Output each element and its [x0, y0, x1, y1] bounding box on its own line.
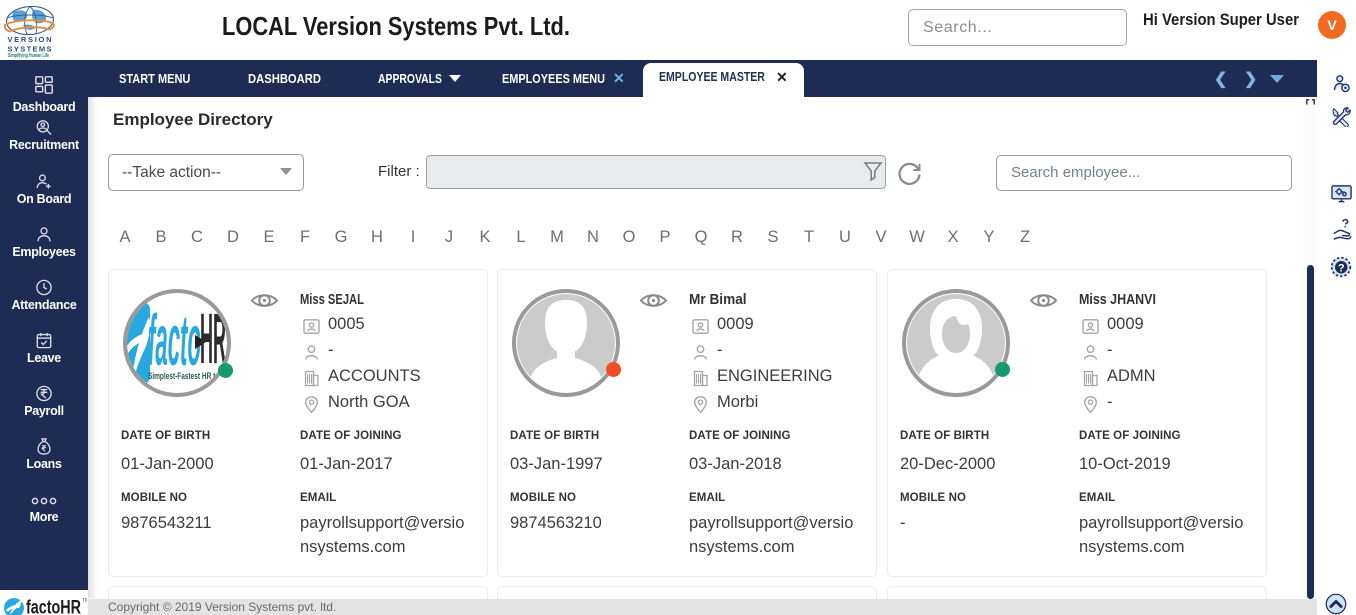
- svg-text:Simplifying Human Life: Simplifying Human Life: [8, 53, 49, 58]
- svg-text:VERSION: VERSION: [8, 35, 52, 44]
- svg-text:factoHR: factoHR: [26, 598, 81, 615]
- svg-text:?: ?: [1338, 262, 1345, 274]
- svg-text:facto: facto: [148, 301, 201, 382]
- svg-text:TM: TM: [82, 598, 87, 604]
